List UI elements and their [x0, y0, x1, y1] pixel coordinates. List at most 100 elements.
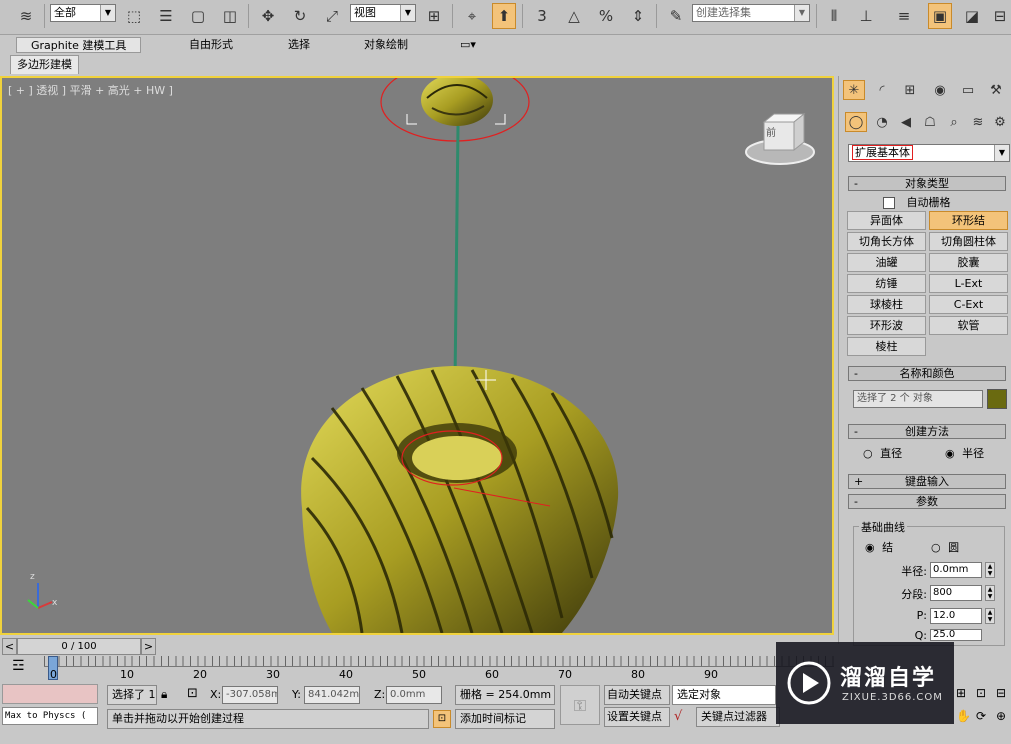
helpers-icon[interactable]: ⌕: [943, 112, 965, 132]
object-name-field[interactable]: 选择了 2 个 对象: [853, 390, 983, 408]
circle-radio[interactable]: ○ 圆: [931, 539, 959, 555]
y-coord-field[interactable]: 841.042mm: [304, 686, 360, 704]
layer-manager-icon[interactable]: ≡: [892, 3, 916, 29]
p-spinner[interactable]: ▲ ▼: [985, 608, 995, 624]
select-by-name-icon[interactable]: ☰: [154, 3, 178, 29]
set-key-button[interactable]: 设置关键点: [604, 707, 670, 727]
tab-graphite[interactable]: Graphite 建模工具: [16, 37, 142, 53]
named-selection-dropdown[interactable]: 创建选择集 ▼: [692, 4, 810, 22]
spinner-snap-icon[interactable]: ⇕: [626, 3, 650, 29]
zoom-icon[interactable]: ⊞: [956, 686, 966, 700]
gengon-button[interactable]: 球棱柱: [847, 295, 926, 314]
angle-snap-icon[interactable]: △: [562, 3, 586, 29]
oil-tank-button[interactable]: 油罐: [847, 253, 926, 272]
selection-filter-dropdown[interactable]: 全部 ▼: [50, 4, 116, 22]
pan-icon[interactable]: ✋: [956, 709, 971, 723]
p-input[interactable]: 12.0: [930, 608, 982, 624]
key-mode-dropdown[interactable]: 选定对象: [672, 685, 776, 705]
reference-coord-dropdown[interactable]: 视图 ▼: [350, 4, 416, 22]
q-input[interactable]: 25.0: [930, 629, 982, 641]
torus-knot-button[interactable]: 环形结: [929, 211, 1008, 230]
systems-icon[interactable]: ⚙: [989, 112, 1011, 132]
object-color-swatch[interactable]: [987, 389, 1007, 409]
ringwave-button[interactable]: 环形波: [847, 316, 926, 335]
key-icon[interactable]: ⚿: [560, 685, 600, 725]
x-coord-field[interactable]: -307.058m: [222, 686, 278, 704]
prism-button[interactable]: 棱柱: [847, 337, 926, 356]
viewcube-icon[interactable]: [745, 112, 815, 165]
keyboard-entry-rollout[interactable]: + 键盘输入: [848, 474, 1006, 489]
tab-object-paint[interactable]: 对象绘制: [364, 37, 408, 53]
object-type-rollout[interactable]: - 对象类型: [848, 176, 1006, 191]
segments-spinner[interactable]: ▲ ▼: [985, 585, 995, 601]
add-time-tag[interactable]: 添加时间标记: [455, 709, 555, 729]
hierarchy-tab-icon[interactable]: ⊞: [899, 80, 921, 100]
edit-named-selection-icon[interactable]: ✎: [664, 3, 688, 29]
radius-radio[interactable]: ◉ 半径: [945, 445, 984, 461]
scene-explorer-icon[interactable]: ▣: [928, 3, 952, 29]
mirror-icon[interactable]: ⫴: [822, 3, 846, 29]
c-ext-button[interactable]: C-Ext: [929, 295, 1008, 314]
spindle-button[interactable]: 纺锤: [847, 274, 926, 293]
creation-method-rollout[interactable]: - 创建方法: [848, 424, 1006, 439]
app-menu-icon[interactable]: ≋: [14, 3, 38, 29]
maxscript-listener-output[interactable]: [2, 684, 98, 704]
cameras-icon[interactable]: ☖: [919, 112, 941, 132]
hose-button[interactable]: 软管: [929, 316, 1008, 335]
knot-radio[interactable]: ◉ 结: [865, 539, 893, 555]
select-object-icon[interactable]: ⬚: [122, 3, 146, 29]
motion-tab-icon[interactable]: ◉: [929, 80, 951, 100]
segments-input[interactable]: 800: [930, 585, 982, 601]
next-frame-button[interactable]: >: [141, 638, 156, 655]
radius-input[interactable]: 0.0mm: [930, 562, 982, 578]
percent-snap-icon[interactable]: %: [594, 3, 618, 29]
key-filters-button[interactable]: 关键点过滤器: [696, 707, 780, 727]
zoom-extents-icon[interactable]: ⊟: [996, 686, 1006, 700]
spacewarps-icon[interactable]: ≋: [967, 112, 989, 132]
select-manipulate-icon[interactable]: ⌖: [460, 3, 484, 29]
diameter-radio[interactable]: ○ 直径: [863, 445, 902, 461]
zoom-all-icon[interactable]: ⊡: [976, 686, 986, 700]
chamfer-box-button[interactable]: 切角长方体: [847, 232, 926, 251]
geometry-icon[interactable]: ◯: [845, 112, 867, 132]
small-knot-object[interactable]: [421, 78, 493, 126]
prev-frame-button[interactable]: <: [2, 638, 17, 655]
track-bar[interactable]: ☲ 0 10 20 30 40 50 60 70 80 90: [0, 656, 838, 682]
parameters-rollout[interactable]: - 参数: [848, 494, 1006, 509]
pivot-icon[interactable]: ⊞: [422, 3, 446, 29]
tab-polygon-modeling[interactable]: 多边形建模: [10, 55, 79, 74]
time-tag-icon[interactable]: ⊡: [433, 710, 451, 728]
ribbon-options-icon[interactable]: ▭▾: [460, 37, 476, 53]
align-icon[interactable]: ⊥: [854, 3, 878, 29]
key-tangent-icon[interactable]: √: [674, 709, 682, 724]
utilities-tab-icon[interactable]: ⚒: [985, 80, 1007, 100]
rotate-icon[interactable]: ↻: [288, 3, 312, 29]
torus-knot-object[interactable]: [301, 366, 619, 633]
move-icon[interactable]: ✥: [256, 3, 280, 29]
chamfer-cyl-button[interactable]: 切角圆柱体: [929, 232, 1008, 251]
lights-icon[interactable]: ◀: [895, 112, 917, 132]
scale-icon[interactable]: ⤢: [320, 3, 344, 29]
radius-spinner[interactable]: ▲ ▼: [985, 562, 995, 578]
z-coord-field[interactable]: 0.0mm: [386, 686, 442, 704]
schematic-view-icon[interactable]: ⊟: [988, 3, 1011, 29]
modify-tab-icon[interactable]: ◜: [871, 80, 893, 100]
snap-toggle-icon[interactable]: 3: [530, 3, 554, 29]
display-tab-icon[interactable]: ▭: [957, 80, 979, 100]
tab-selection[interactable]: 选择: [288, 37, 310, 53]
shapes-icon[interactable]: ◔: [871, 112, 893, 132]
autogrid-checkbox[interactable]: 自动栅格: [883, 194, 951, 210]
mini-curve-editor-icon[interactable]: ☲: [12, 658, 25, 674]
auto-key-button[interactable]: 自动关键点: [604, 685, 670, 705]
hedra-button[interactable]: 异面体: [847, 211, 926, 230]
window-crossing-icon[interactable]: ◫: [218, 3, 242, 29]
create-tab-icon[interactable]: ✳: [843, 80, 865, 100]
category-dropdown[interactable]: 扩展基本体 ▼: [848, 144, 1010, 162]
time-slider[interactable]: 0 / 100: [17, 638, 141, 655]
name-color-rollout[interactable]: - 名称和颜色: [848, 366, 1006, 381]
tab-freeform[interactable]: 自由形式: [189, 37, 233, 53]
capsule-button[interactable]: 胶囊: [929, 253, 1008, 272]
rect-selection-icon[interactable]: ▢: [186, 3, 210, 29]
perspective-viewport[interactable]: [ + ] 透视 ] 平滑 + 高光 + HW ] 前 z x: [0, 76, 834, 635]
orbit-icon[interactable]: ⟳: [976, 709, 986, 723]
